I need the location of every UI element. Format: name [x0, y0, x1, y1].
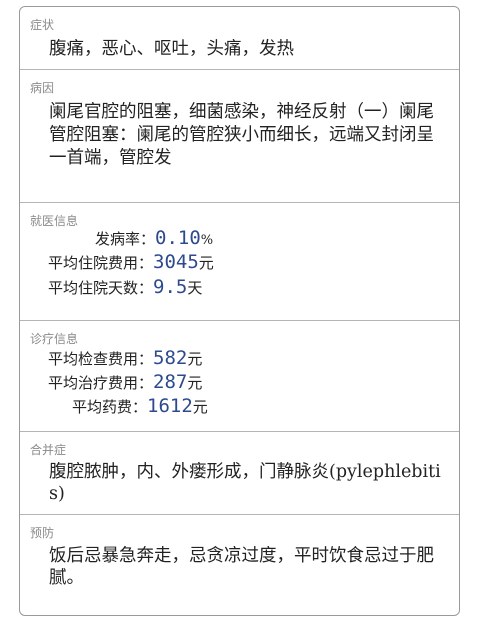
avg-treatment-cost-unit: 元 — [187, 374, 203, 392]
avg-exam-cost-label: 平均检查费用： — [48, 350, 154, 368]
cause-section: 病因 阑尾官腔的阻塞，细菌感染，神经反射（一）阑尾管腔阻塞：阑尾的管腔狭小而细长… — [20, 70, 459, 203]
prevention-section: 预防 饭后忌暴急奔走，忌贪凉过度，平时饮食忌过于肥腻。 — [20, 515, 459, 615]
avg-hospital-cost-label: 平均住院费用： — [48, 254, 154, 272]
avg-exam-cost-value: 582 — [153, 347, 188, 369]
prevention-title: 预防 — [30, 526, 55, 540]
avg-hospital-cost-value: 3045 — [153, 251, 199, 273]
avg-drug-cost-value: 1612 — [147, 395, 193, 417]
avg-hospital-days-unit: 天 — [187, 279, 203, 297]
avg-treatment-cost-row: 平均治疗费用：287元 — [48, 371, 202, 393]
complications-title: 合并症 — [30, 443, 67, 457]
avg-treatment-cost-value: 287 — [153, 371, 188, 393]
disease-info-card: 症状 腹痛，恶心、呕吐，头痛，发热 病因 阑尾官腔的阻塞，细菌感染，神经反射（一… — [19, 6, 460, 616]
medical-info-section: 就医信息 发病率：0.10% 平均住院费用：3045元 平均住院天数：9.5天 — [20, 203, 459, 321]
cause-title: 病因 — [30, 81, 55, 95]
treatment-info-section: 诊疗信息 平均检查费用：582元 平均治疗费用：287元 平均药费：1612元 — [20, 321, 459, 432]
avg-drug-cost-label: 平均药费： — [72, 398, 148, 416]
avg-exam-cost-row: 平均检查费用：582元 — [48, 347, 202, 369]
incidence-unit: % — [200, 233, 214, 248]
avg-hospital-days-value: 9.5 — [153, 276, 188, 298]
incidence-row: 发病率：0.10% — [95, 227, 213, 249]
avg-treatment-cost-label: 平均治疗费用： — [48, 374, 154, 392]
symptoms-section: 症状 腹痛，恶心、呕吐，头痛，发热 — [20, 7, 459, 70]
avg-hospital-days-label: 平均住院天数： — [48, 279, 154, 297]
incidence-label: 发病率： — [95, 230, 156, 248]
avg-hospital-cost-unit: 元 — [198, 254, 214, 272]
avg-drug-cost-row: 平均药费：1612元 — [72, 395, 208, 417]
symptoms-title: 症状 — [30, 18, 55, 32]
prevention-text: 饭后忌暴急奔走，忌贪凉过度，平时饮食忌过于肥腻。 — [49, 546, 434, 588]
symptoms-text: 腹痛，恶心、呕吐，头痛，发热 — [49, 39, 294, 59]
avg-hospital-cost-row: 平均住院费用：3045元 — [48, 251, 214, 273]
complications-section: 合并症 腹腔脓肿，内、外瘘形成，门静脉炎(pylephlebitis) — [20, 432, 459, 515]
cause-text: 阑尾官腔的阻塞，细菌感染，神经反射（一）阑尾管腔阻塞：阑尾的管腔狭小而细长，远端… — [49, 102, 434, 168]
medical-info-title: 就医信息 — [30, 214, 79, 228]
avg-hospital-days-row: 平均住院天数：9.5天 — [48, 276, 202, 298]
avg-exam-cost-unit: 元 — [187, 350, 203, 368]
treatment-info-title: 诊疗信息 — [30, 332, 79, 346]
incidence-value: 0.10 — [155, 227, 201, 249]
complications-text: 腹腔脓肿，内、外瘘形成，门静脉炎(pylephlebitis) — [49, 462, 441, 504]
avg-drug-cost-unit: 元 — [192, 398, 208, 416]
